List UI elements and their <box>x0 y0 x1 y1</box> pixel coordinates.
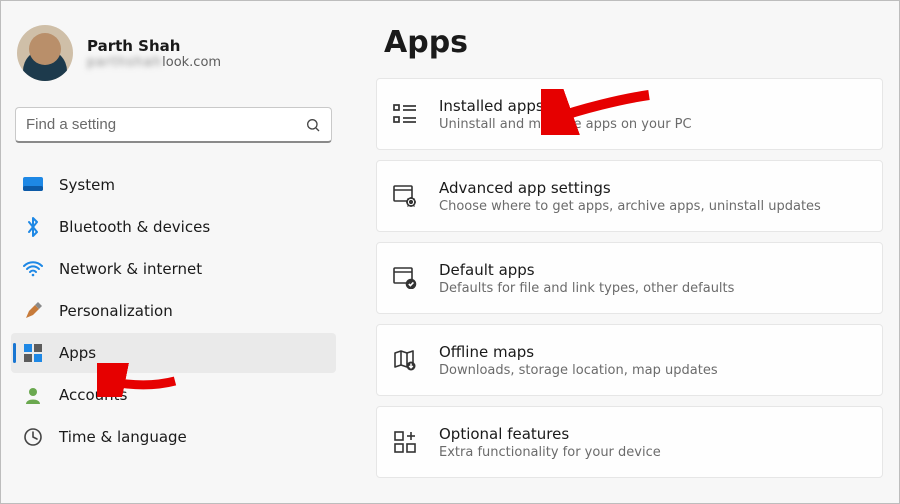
sidebar: Parth Shah parthshahlook.com System <box>1 1 346 503</box>
cards-list: Installed apps Uninstall and manage apps… <box>376 78 889 478</box>
sidebar-item-label: System <box>59 176 115 194</box>
person-icon <box>23 385 43 405</box>
profile-name: Parth Shah <box>87 37 221 55</box>
card-subtitle: Extra functionality for your device <box>439 445 661 460</box>
sidebar-item-label: Accounts <box>59 386 127 404</box>
clock-icon <box>23 427 43 447</box>
sidebar-item-label: Personalization <box>59 302 173 320</box>
card-title: Installed apps <box>439 97 692 115</box>
search-box[interactable] <box>15 107 332 143</box>
sidebar-item-label: Bluetooth & devices <box>59 218 210 236</box>
card-title: Offline maps <box>439 343 718 361</box>
search-icon <box>305 117 321 133</box>
sidebar-item-bluetooth[interactable]: Bluetooth & devices <box>11 207 336 247</box>
sidebar-item-system[interactable]: System <box>11 165 336 205</box>
brush-icon <box>23 301 43 321</box>
sidebar-item-personalization[interactable]: Personalization <box>11 291 336 331</box>
card-optional-features[interactable]: Optional features Extra functionality fo… <box>376 406 883 478</box>
card-offline-maps[interactable]: Offline maps Downloads, storage location… <box>376 324 883 396</box>
grid-plus-icon <box>393 430 417 454</box>
list-icon <box>393 102 417 126</box>
card-title: Optional features <box>439 425 661 443</box>
sidebar-item-apps[interactable]: Apps <box>11 333 336 373</box>
profile-email: parthshahlook.com <box>87 55 221 70</box>
sidebar-item-label: Network & internet <box>59 260 202 278</box>
sidebar-item-label: Time & language <box>59 428 187 446</box>
apps-icon <box>23 343 43 363</box>
window-check-icon <box>393 266 417 290</box>
card-title: Advanced app settings <box>439 179 821 197</box>
card-title: Default apps <box>439 261 734 279</box>
profile-block[interactable]: Parth Shah parthshahlook.com <box>11 21 336 91</box>
avatar <box>17 25 73 81</box>
sidebar-item-accounts[interactable]: Accounts <box>11 375 336 415</box>
wifi-icon <box>23 259 43 279</box>
profile-text: Parth Shah parthshahlook.com <box>87 37 221 70</box>
system-icon <box>23 175 43 195</box>
card-subtitle: Defaults for file and link types, other … <box>439 281 734 296</box>
settings-window: Parth Shah parthshahlook.com System <box>0 0 900 504</box>
search-input[interactable] <box>26 116 305 133</box>
card-advanced-settings[interactable]: Advanced app settings Choose where to ge… <box>376 160 883 232</box>
nav: System Bluetooth & devices Network & int… <box>11 165 336 457</box>
card-default-apps[interactable]: Default apps Defaults for file and link … <box>376 242 883 314</box>
sidebar-item-network[interactable]: Network & internet <box>11 249 336 289</box>
card-subtitle: Downloads, storage location, map updates <box>439 363 718 378</box>
card-subtitle: Uninstall and manage apps on your PC <box>439 117 692 132</box>
map-download-icon <box>393 348 417 372</box>
card-subtitle: Choose where to get apps, archive apps, … <box>439 199 821 214</box>
search-wrap <box>15 107 332 143</box>
sidebar-item-label: Apps <box>59 344 96 362</box>
page-title: Apps <box>384 25 889 60</box>
sidebar-item-time[interactable]: Time & language <box>11 417 336 457</box>
content: Apps Installed apps Uninstall and manage… <box>366 1 899 503</box>
window-gear-icon <box>393 184 417 208</box>
bluetooth-icon <box>23 217 43 237</box>
card-installed-apps[interactable]: Installed apps Uninstall and manage apps… <box>376 78 883 150</box>
